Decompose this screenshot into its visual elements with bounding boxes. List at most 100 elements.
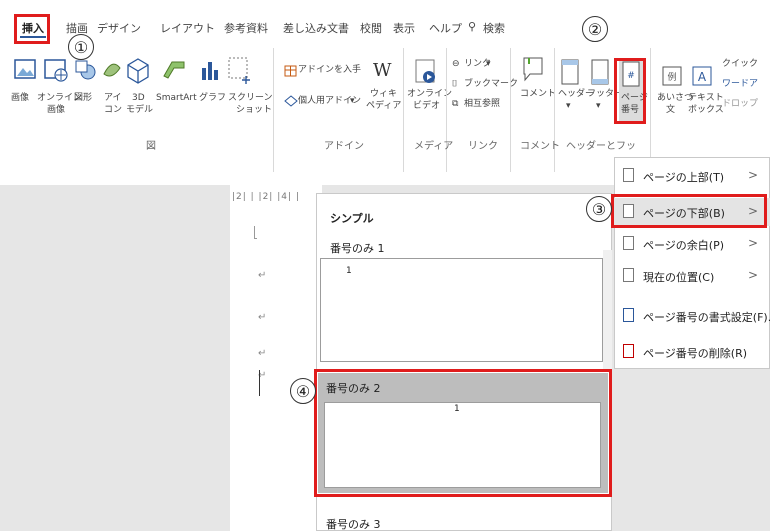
online-image-icon[interactable] [42,56,70,92]
dropdown-arrow: ▾ [596,101,601,111]
chevron-right-icon: > [747,236,758,250]
menu-item-label: 現在の位置(C) [643,271,715,284]
footer-icon[interactable] [590,58,612,88]
crossref-button[interactable]: 相互参照 [464,98,500,110]
image-label: 画像 [11,93,30,103]
tab-references[interactable]: 参考資料 [224,20,268,36]
textbox-label-2: ボックス [688,105,724,115]
tab-mailings[interactable]: 差し込み文書 [283,20,349,36]
group-label-links: リンク [468,141,498,152]
models-3d-icon[interactable] [124,56,152,92]
shapes-icon[interactable] [72,56,98,92]
menu-item-format-page-numbers[interactable]: ページ番号の書式設定(F)... [614,302,770,330]
smartart-icon[interactable] [160,56,188,92]
step-marker-4: ④ [290,378,316,404]
tab-design[interactable]: デザイン [97,20,141,36]
menu-item-label: ページ番号の削除(R) [643,347,748,360]
gallery-item-1-label: 番号のみ 1 [330,242,385,255]
get-addins-button[interactable]: アドインを入手 [298,64,361,76]
search-icon[interactable]: ⚲ [468,20,476,33]
chart-icon[interactable] [198,56,222,92]
tab-search[interactable]: 検索 [483,20,505,36]
dropdown-arrow: ▾ [486,59,491,69]
personal-addins-icon [284,95,298,107]
format-page-number-icon [623,308,634,322]
quick-parts-button[interactable]: クイック [722,58,758,70]
highlight-bottom-of-page-item [611,194,767,228]
icons-label-2: コン [104,105,123,115]
menu-item-top-of-page[interactable]: ページの上部(T) > [614,162,770,190]
image-icon[interactable] [12,56,40,92]
gallery-section-title: シンプル [330,212,374,225]
paragraph-mark: ↵ [258,312,267,323]
page-number-sample: 1 [346,266,352,276]
page-margin-icon [623,236,634,250]
ruler: |2| | |2| |4| | [232,192,300,202]
group-label-header-footer: ヘッダーとフッ [566,141,636,152]
comment-label: コメント [520,89,557,99]
group-divider [650,48,651,172]
bookmark-icon: ⌷ [452,79,458,89]
screenshot-label-1: スクリーン [228,93,273,103]
group-label-media: メディア [414,141,454,152]
highlight-gallery-item-2 [314,369,612,497]
gallery-item-3-label: 番号のみ 3 [326,518,381,531]
current-position-icon [623,268,634,282]
paragraph-mark: ↵ [258,270,267,281]
menu-item-label: ページの上部(T) [643,171,725,184]
menu-item-page-margins[interactable]: ページの余白(P) > [614,230,770,258]
group-label-addins: アドイン [324,141,364,152]
tab-review[interactable]: 校閲 [360,20,382,36]
wikipedia-label-2: ペディア [366,101,402,111]
greeting-label-2: 文 [666,105,676,115]
document-page[interactable] [230,185,322,531]
menu-item-remove-page-numbers[interactable]: ページ番号の削除(R) [614,338,770,366]
text-cursor [259,370,260,396]
group-divider [554,48,555,172]
group-divider [510,48,511,172]
online-video-icon[interactable] [412,56,440,90]
icons-label-1: アイ [104,93,122,103]
menu-item-current-position[interactable]: 現在の位置(C) > [614,262,770,290]
paragraph-mark: ↵ [258,348,267,359]
wikipedia-icon[interactable]: W [373,60,392,81]
wordart-button[interactable]: ワードア [722,78,758,90]
screenshot-icon[interactable] [226,54,252,92]
group-divider [446,48,447,172]
group-divider [403,48,404,172]
gallery-item-1-thumbnail[interactable] [320,258,603,362]
dropdown-arrow: ▾ [350,96,355,106]
svg-text:例: 例 [667,71,676,83]
greeting-icon[interactable]: 例 [660,64,686,90]
chart-label: グラフ [199,93,227,103]
highlight-insert-tab [14,14,50,44]
header-icon[interactable] [560,58,582,88]
models-3d-label-2: モデル [126,105,154,115]
link-icon: ⊖ [452,59,460,69]
tab-view[interactable]: 表示 [393,20,415,36]
tab-layout[interactable]: レイアウト [160,20,215,36]
chevron-right-icon: > [747,268,758,282]
comment-icon[interactable] [520,54,546,86]
dropcap-button[interactable]: ドロップ [722,98,758,110]
tab-help[interactable]: ヘルプ [429,20,462,36]
chevron-right-icon: > [747,168,758,182]
step-marker-3: ③ [586,196,612,222]
textbox-label-1: テキスト [688,93,724,103]
group-label-comments: コメント [520,141,560,152]
ribbon-tab-bar: 挿入 描画 デザイン レイアウト 参考資料 差し込み文書 校閲 表示 ヘルプ ⚲… [0,0,770,40]
page-top-icon [623,168,634,182]
gallery-scrollbar[interactable] [603,250,612,370]
textbox-icon[interactable]: A [690,64,716,90]
shapes-label: 図形 [74,93,93,103]
remove-page-number-icon [623,344,634,358]
dropdown-arrow: ▾ [566,101,571,111]
online-image-label-2: 画像 [47,105,66,115]
group-label-illustrations: 図 [146,141,156,152]
crossref-icon: ⧉ [452,99,459,109]
svg-text:A: A [698,70,707,84]
menu-item-label: ページの余白(P) [643,239,724,252]
models-3d-label-1: 3D [132,93,145,103]
icons-icon[interactable] [100,56,124,92]
smartart-label: SmartArt [156,93,197,103]
